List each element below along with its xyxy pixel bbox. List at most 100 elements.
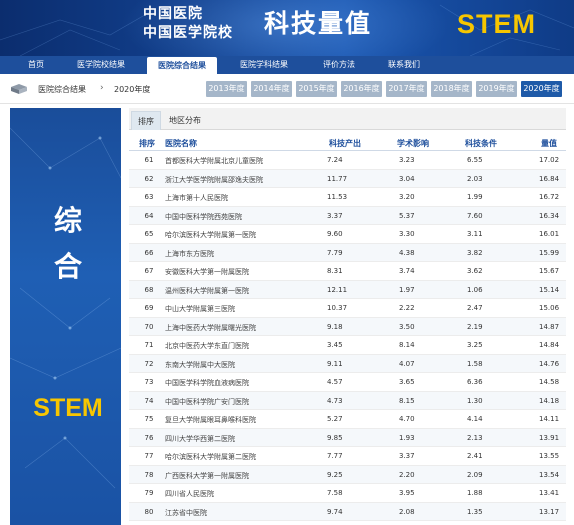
influence-cell: 3.65 xyxy=(399,378,415,386)
header-hospital-name[interactable]: 医院名称 xyxy=(165,138,197,149)
year-button-2020[interactable]: 2020年度 xyxy=(521,81,562,97)
hospital-name-link[interactable]: 上海市东方医院 xyxy=(165,249,214,259)
hospital-name-link[interactable]: 四川大学华西第二医院 xyxy=(165,434,235,444)
banner-org-line1: 中国医院 xyxy=(143,6,203,22)
output-cell: 12.11 xyxy=(327,285,348,294)
nav-item-hospital-overall[interactable]: 医院综合结果 xyxy=(147,57,217,74)
table-row: 74 中国中医科学院广安门医院 4.73 8.15 1.30 14.18 xyxy=(129,391,566,410)
hospital-name-link[interactable]: 复旦大学附属眼耳鼻喉科医院 xyxy=(165,415,256,425)
table-row: 64 中国中医科学院西苑医院 3.37 5.37 7.60 16.34 xyxy=(129,206,566,225)
table-row: 71 北京中医药大学东直门医院 3.45 8.14 3.25 14.84 xyxy=(129,336,566,355)
nav-item-hospital-discipline[interactable]: 医院学科结果 xyxy=(227,56,301,74)
year-button-2018[interactable]: 2018年度 xyxy=(431,81,472,97)
condition-cell: 1.88 xyxy=(467,489,483,497)
table-row: 70 上海中医药大学附属曙光医院 9.18 3.50 2.19 14.87 xyxy=(129,317,566,336)
year-button-2015[interactable]: 2015年度 xyxy=(296,81,337,97)
condition-cell: 3.11 xyxy=(467,230,483,238)
table-row: 69 中山大学附属第三医院 10.37 2.22 2.47 15.06 xyxy=(129,299,566,318)
year-button-2013[interactable]: 2013年度 xyxy=(206,81,247,97)
output-cell: 9.25 xyxy=(327,470,343,479)
table-row: 78 广西医科大学第一附属医院 9.25 2.20 2.09 13.54 xyxy=(129,465,566,484)
nav-item-method[interactable]: 评价方法 xyxy=(310,56,368,74)
output-cell: 11.53 xyxy=(327,193,348,201)
rank-cell: 73 xyxy=(144,378,154,386)
condition-cell: 2.13 xyxy=(467,433,483,442)
tab-region[interactable]: 地区分布 xyxy=(165,111,205,130)
year-button-2017[interactable]: 2017年度 xyxy=(386,81,427,97)
header-output[interactable]: 科技产出 xyxy=(329,138,361,149)
condition-cell: 2.47 xyxy=(467,304,483,312)
table-row: 76 四川大学华西第二医院 9.85 1.93 2.13 13.91 xyxy=(129,428,566,447)
hospital-name-link[interactable]: 上海中医药大学附属曙光医院 xyxy=(165,323,256,333)
influence-cell: 3.50 xyxy=(399,322,415,331)
header-value[interactable]: 量值 xyxy=(541,138,557,149)
promo-text-line2: 合 xyxy=(53,250,82,283)
hospital-name-link[interactable]: 广西医科大学第一附属医院 xyxy=(165,471,249,481)
hospital-name-link[interactable]: 江苏省中医院 xyxy=(165,508,207,518)
breadcrumb-section[interactable]: 医院综合结果 xyxy=(38,84,86,95)
condition-cell: 4.14 xyxy=(467,415,483,423)
influence-cell: 1.93 xyxy=(399,433,415,442)
year-button-2016[interactable]: 2016年度 xyxy=(341,81,382,97)
rank-cell: 63 xyxy=(144,193,154,201)
promo-network-decoration xyxy=(10,127,121,489)
nav-item-home[interactable]: 首页 xyxy=(16,56,56,74)
nav-item-school-results[interactable]: 医学院校结果 xyxy=(64,56,138,74)
hospital-name-link[interactable]: 首都医科大学附属北京儿童医院 xyxy=(165,156,263,166)
influence-cell: 3.23 xyxy=(399,156,415,164)
value-cell: 14.58 xyxy=(539,378,560,386)
table-row: 62 浙江大学医学院附属邵逸夫医院 11.77 3.04 2.03 16.84 xyxy=(129,169,566,188)
table-row: 80 江苏省中医院 9.74 2.08 1.35 13.17 xyxy=(129,502,566,521)
year-button-2014[interactable]: 2014年度 xyxy=(251,81,292,97)
rank-cell: 64 xyxy=(144,211,154,220)
hospital-name-link[interactable]: 安徽医科大学第一附属医院 xyxy=(165,267,249,277)
hospital-name-link[interactable]: 上海市第十人民医院 xyxy=(165,193,228,203)
condition-cell: 2.41 xyxy=(467,452,483,460)
condition-cell: 1.30 xyxy=(467,396,483,405)
rank-cell: 61 xyxy=(144,156,154,164)
table-row: 73 中国医学科学院血液病医院 4.57 3.65 6.36 14.58 xyxy=(129,373,566,392)
hospital-name-link[interactable]: 哈尔滨医科大学附属第一医院 xyxy=(165,230,256,240)
nav-item-contact[interactable]: 联系我们 xyxy=(376,56,432,74)
rank-cell: 66 xyxy=(144,248,154,257)
rank-cell: 80 xyxy=(144,507,154,516)
condition-cell: 1.58 xyxy=(467,359,483,368)
hospital-name-link[interactable]: 中国中医科学院广安门医院 xyxy=(165,397,249,407)
value-cell: 13.55 xyxy=(539,452,560,460)
hospital-name-link[interactable]: 北京中医药大学东直门医院 xyxy=(165,341,249,351)
influence-cell: 3.04 xyxy=(399,174,415,183)
influence-cell: 3.74 xyxy=(399,267,415,275)
value-cell: 13.54 xyxy=(539,470,560,479)
condition-cell: 1.35 xyxy=(467,507,483,516)
influence-cell: 4.07 xyxy=(399,359,415,368)
hospital-name-link[interactable]: 四川省人民医院 xyxy=(165,489,214,499)
hospital-name-link[interactable]: 哈尔滨医科大学附属第二医院 xyxy=(165,452,256,462)
hospital-name-link[interactable]: 东南大学附属中大医院 xyxy=(165,360,235,370)
value-cell: 16.72 xyxy=(539,193,560,201)
header-influence[interactable]: 学术影响 xyxy=(397,138,429,149)
hospital-name-link[interactable]: 中国医学科学院血液病医院 xyxy=(165,378,249,388)
condition-cell: 1.06 xyxy=(467,285,483,294)
value-cell: 14.84 xyxy=(539,341,560,349)
hospital-name-link[interactable]: 浙江大学医学院附属邵逸夫医院 xyxy=(165,175,263,185)
year-button-2019[interactable]: 2019年度 xyxy=(476,81,517,97)
hospital-name-link[interactable]: 中山大学附属第三医院 xyxy=(165,304,235,314)
condition-cell: 6.36 xyxy=(467,378,483,386)
hospital-name-link[interactable]: 温州医科大学附属第一医院 xyxy=(165,286,249,296)
value-cell: 16.34 xyxy=(539,211,560,220)
table-row: 68 温州医科大学附属第一医院 12.11 1.97 1.06 15.14 xyxy=(129,280,566,299)
rank-cell: 65 xyxy=(144,230,154,238)
table-row: 77 哈尔滨医科大学附属第二医院 7.77 3.37 2.41 13.55 xyxy=(129,447,566,466)
header-rank[interactable]: 排序 xyxy=(139,138,155,149)
output-cell: 4.73 xyxy=(327,396,343,405)
hospital-name-link[interactable]: 中国中医科学院西苑医院 xyxy=(165,212,242,222)
rank-cell: 67 xyxy=(144,267,154,275)
output-cell: 3.37 xyxy=(327,211,343,220)
promo-text-line1: 综 xyxy=(53,204,82,237)
ranking-tabs: 排序 地区分布 xyxy=(129,108,566,130)
condition-cell: 2.19 xyxy=(467,322,483,331)
rank-cell: 68 xyxy=(144,285,154,294)
header-condition[interactable]: 科技条件 xyxy=(465,138,497,149)
tab-ranking[interactable]: 排序 xyxy=(131,111,161,130)
ranking-panel: 排序 地区分布 排序 医院名称 科技产出 学术影响 科技条件 量值 61 首都医科… xyxy=(129,108,566,525)
